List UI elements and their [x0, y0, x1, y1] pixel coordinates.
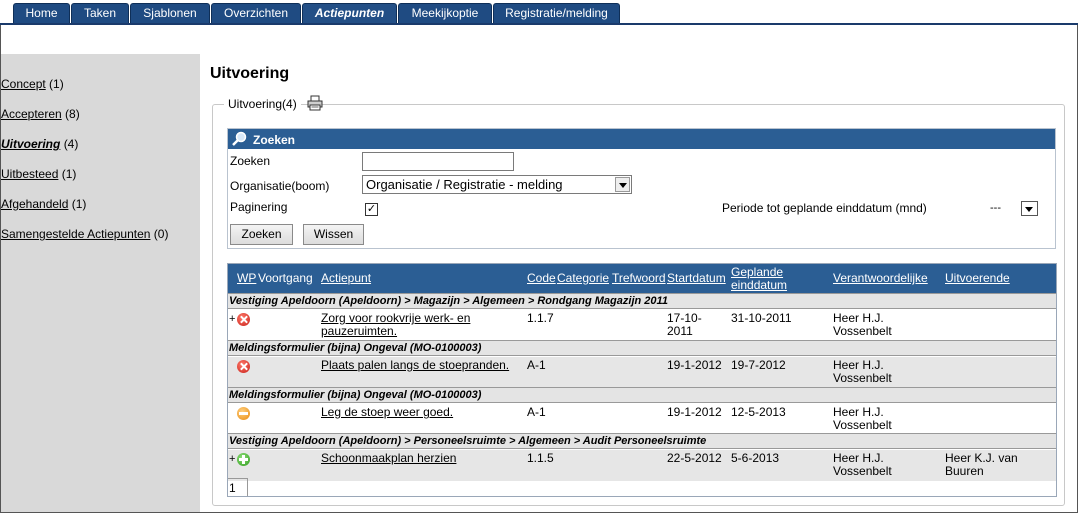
sidebar-item-afgehandeld[interactable]: Afgehandeld (1) — [1, 197, 86, 211]
sidebar-item-count: (1) — [49, 77, 64, 91]
sidebar-item-count: (0) — [153, 227, 169, 241]
sidebar-item-uitvoering[interactable]: Uitvoering (4) — [1, 137, 78, 151]
sidebar-item-count: (1) — [61, 167, 77, 181]
sidebar-item-label[interactable]: Samengestelde Actiepunten — [1, 227, 150, 241]
group-header: Meldingsformulier (bijna) Ongeval (MO-01… — [228, 340, 1056, 356]
sidebar-item-count: (8) — [65, 107, 80, 121]
magnifier-icon — [232, 131, 247, 146]
uitvoerende-cell-line2: Buuren — [945, 464, 984, 478]
startdatum-cell: 22-5-2012 — [667, 451, 722, 465]
sidebar-item-count: (4) — [63, 137, 79, 151]
search-panel: Zoeken Zoeken Organisatie(boom) Organisa… — [227, 128, 1056, 249]
header-einddatum[interactable]: einddatum — [731, 279, 787, 292]
fieldset-legend: Uitvoering(4) — [224, 96, 301, 112]
actiepunt-link[interactable]: Plaats palen langs de stoepranden. — [321, 359, 509, 372]
tab-sjablonen[interactable]: Sjablonen — [130, 3, 210, 23]
verantwoordelijke-cell-line2: Vossenbelt — [833, 418, 892, 432]
sidebar: Concept (1) Accepteren (8) Uitvoering (4… — [1, 54, 200, 512]
tab-meekijkoptie[interactable]: Meekijkoptie — [398, 3, 492, 23]
sidebar-item-samengestelde-actiepunten[interactable]: Samengestelde Actiepunten (0) — [1, 227, 168, 241]
verantwoordelijke-cell-line2: Vossenbelt — [833, 324, 892, 338]
startdatum-cell: 19-1-2012 — [667, 405, 722, 419]
periode-select[interactable]: --- — [990, 201, 1038, 218]
tab-registratie-melding[interactable]: Registratie/melding — [493, 3, 620, 23]
status-plus-icon — [237, 453, 250, 466]
table-row[interactable]: Plaats palen langs de stoepranden. A-1 1… — [228, 357, 1056, 388]
header-wp[interactable]: WP — [237, 272, 256, 285]
sidebar-item-label[interactable]: Uitvoering — [1, 137, 60, 151]
startdatum-cell-line2: 2011 — [667, 324, 693, 338]
header-actiepunt[interactable]: Actiepunt — [321, 272, 371, 285]
einddatum-cell: 31-10-2011 — [731, 311, 792, 325]
header-verantwoordelijke[interactable]: Verantwoordelijke — [833, 272, 928, 285]
code-cell: A-1 — [527, 358, 546, 372]
paginering-checkbox[interactable]: ✓ — [365, 203, 378, 216]
top-navigation: Home Taken Sjablonen Overzichten Actiepu… — [0, 0, 1078, 25]
code-cell: 1.1.7 — [527, 311, 554, 325]
verantwoordelijke-cell-line2: Vossenbelt — [833, 464, 892, 478]
header-uitvoerende[interactable]: Uitvoerende — [945, 272, 1010, 285]
organisatie-label: Organisatie(boom) — [230, 179, 330, 193]
results-table: WP Voortgang Actiepunt Code Categorie Tr… — [227, 263, 1057, 497]
expand-icon[interactable]: + — [229, 314, 235, 325]
search-button[interactable]: Zoeken — [230, 224, 293, 245]
search-label: Zoeken — [230, 154, 271, 168]
sidebar-item-concept[interactable]: Concept (1) — [1, 77, 64, 91]
einddatum-cell: 19-7-2012 — [731, 358, 786, 372]
sidebar-item-label[interactable]: Accepteren — [1, 107, 62, 121]
printer-icon[interactable] — [306, 95, 324, 111]
chevron-down-icon[interactable] — [1021, 201, 1038, 216]
sidebar-item-label[interactable]: Concept — [1, 77, 46, 91]
pagination-page[interactable]: 1 — [229, 481, 236, 495]
page-title: Uitvoering — [210, 65, 290, 82]
clear-button[interactable]: Wissen — [303, 224, 364, 245]
sidebar-item-uitbesteed[interactable]: Uitbesteed (1) — [1, 167, 76, 181]
periode-label: Periode tot geplande einddatum (mnd) — [722, 201, 927, 215]
group-header: Meldingsformulier (bijna) Ongeval (MO-01… — [228, 387, 1056, 403]
header-categorie[interactable]: Categorie — [557, 272, 609, 285]
tab-home[interactable]: Home — [13, 3, 70, 23]
code-cell: A-1 — [527, 405, 546, 419]
header-voortgang: Voortgang — [258, 271, 313, 285]
expand-icon[interactable]: + — [229, 454, 235, 465]
organisatie-select-value: Organisatie / Registratie - melding — [366, 177, 563, 192]
startdatum-cell: 19-1-2012 — [667, 358, 722, 372]
sidebar-item-label[interactable]: Afgehandeld — [1, 197, 68, 211]
search-header-label: Zoeken — [253, 133, 296, 147]
actiepunt-link[interactable]: Schoonmaakplan herzien — [321, 452, 456, 465]
table-row[interactable]: + Schoonmaakplan herzien 1.1.5 22-5-2012… — [228, 450, 1056, 481]
tab-taken[interactable]: Taken — [71, 3, 129, 23]
paginering-label: Paginering — [230, 200, 288, 214]
code-cell: 1.1.5 — [527, 451, 554, 465]
header-code[interactable]: Code — [527, 272, 556, 285]
einddatum-cell: 5-6-2013 — [731, 451, 780, 465]
periode-select-value: --- — [990, 202, 1001, 214]
group-header: Vestiging Apeldoorn (Apeldoorn) > Person… — [228, 433, 1056, 449]
status-minus-icon — [237, 407, 250, 420]
actiepunt-link-line2[interactable]: pauzeruimten. — [321, 325, 397, 338]
tab-overzichten[interactable]: Overzichten — [211, 3, 301, 23]
header-startdatum[interactable]: Startdatum — [667, 272, 726, 285]
sidebar-item-count: (1) — [71, 197, 87, 211]
group-header: Vestiging Apeldoorn (Apeldoorn) > Magazi… — [228, 293, 1056, 309]
tab-actiepunten[interactable]: Actiepunten — [302, 3, 397, 23]
status-stop-icon — [237, 360, 250, 373]
verantwoordelijke-cell-line2: Vossenbelt — [833, 371, 892, 385]
sidebar-item-accepteren[interactable]: Accepteren (8) — [1, 107, 80, 121]
chevron-down-icon[interactable] — [615, 177, 630, 192]
actiepunt-link[interactable]: Leg de stoep weer goed. — [321, 406, 453, 419]
table-header: WP Voortgang Actiepunt Code Categorie Tr… — [228, 264, 1056, 293]
table-row[interactable]: Leg de stoep weer goed. A-1 19-1-2012 12… — [228, 404, 1056, 435]
sidebar-item-label[interactable]: Uitbesteed — [1, 167, 58, 181]
header-trefwoord[interactable]: Trefwoord — [612, 272, 666, 285]
einddatum-cell: 12-5-2013 — [731, 405, 786, 419]
search-header: Zoeken — [228, 129, 1055, 149]
status-stop-icon — [237, 313, 250, 326]
table-row[interactable]: + Zorg voor rookvrije werk- en pauzeruim… — [228, 310, 1056, 341]
search-input[interactable] — [362, 152, 514, 171]
organisatie-select[interactable]: Organisatie / Registratie - melding — [362, 175, 632, 194]
